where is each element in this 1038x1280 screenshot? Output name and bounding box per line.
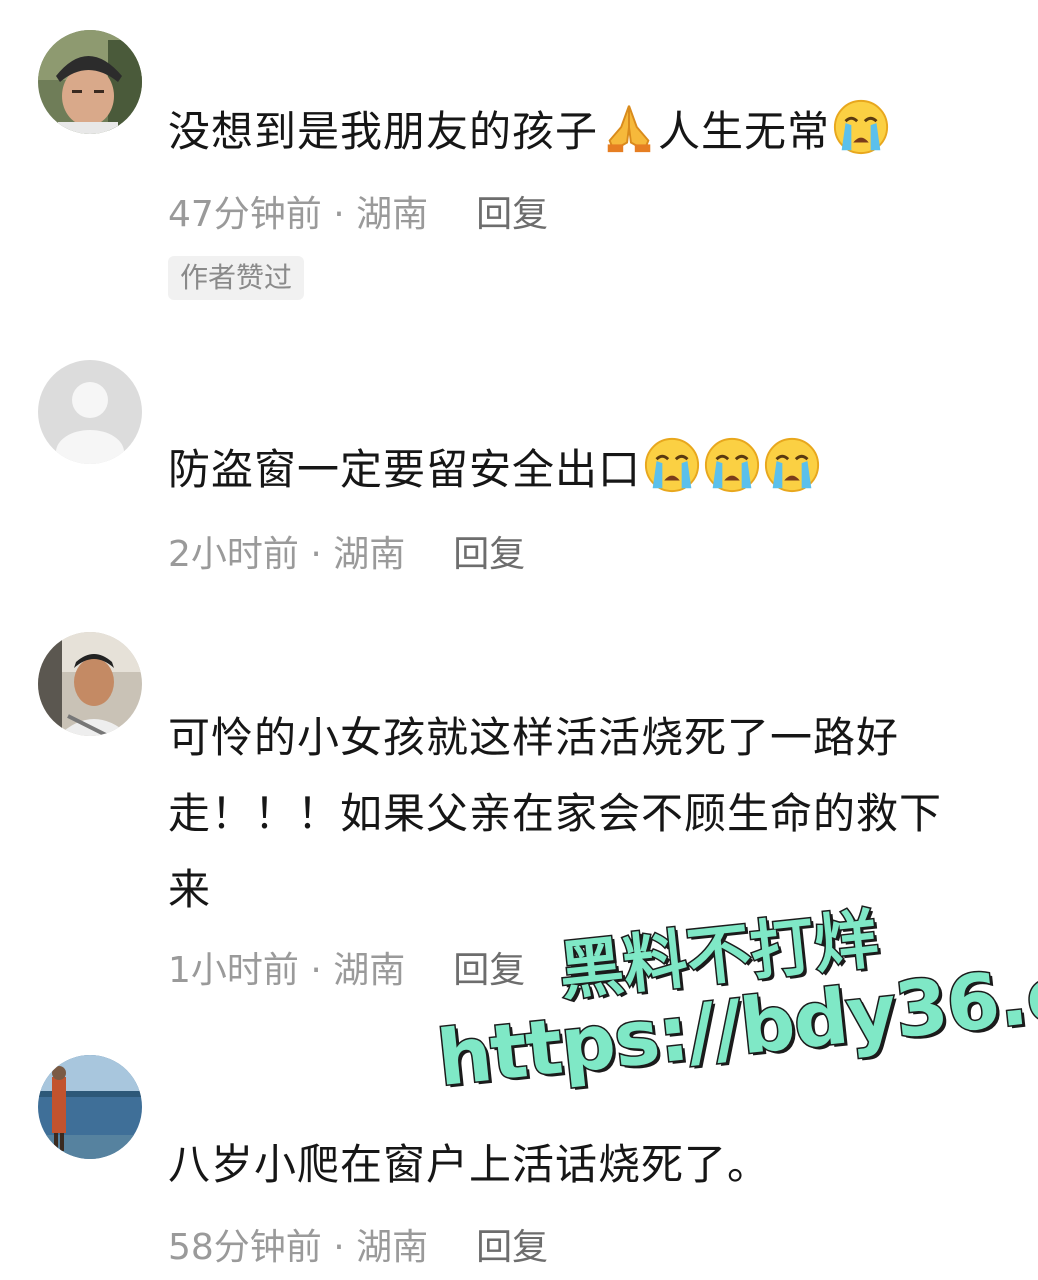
meta-separator: · xyxy=(321,1227,357,1268)
meta-separator: · xyxy=(298,534,334,575)
comment-location: 湖南 xyxy=(356,1227,429,1268)
crying-face-emoji-icon xyxy=(704,437,760,493)
comment-text: 防盗窗一定要留安全出口 xyxy=(168,432,1018,508)
avatar-photo-icon xyxy=(38,30,142,134)
comment-time: 2小时前 xyxy=(168,534,299,575)
avatar[interactable] xyxy=(38,1055,142,1159)
comment-text: 没想到是我朋友的孩子 人生无常 xyxy=(168,94,1018,170)
comment-meta: 47分钟前 · 湖南 回复 xyxy=(168,190,1018,240)
comment-time: 1小时前 xyxy=(168,950,299,991)
reply-button[interactable]: 回复 xyxy=(453,534,525,575)
comment-meta: 1小时前 · 湖南 回复 xyxy=(168,946,1018,996)
meta-separator: · xyxy=(321,194,357,235)
comment-meta: 2小时前 · 湖南 回复 xyxy=(168,530,1018,580)
comment-meta: 58分钟前 · 湖南 回复 xyxy=(168,1223,1018,1273)
crying-face-emoji-icon xyxy=(644,437,700,493)
comment-time: 47分钟前 xyxy=(168,194,322,235)
reply-button[interactable]: 回复 xyxy=(453,950,525,991)
avatar-photo-icon xyxy=(38,632,142,736)
avatar[interactable] xyxy=(38,360,142,464)
comment-time: 58分钟前 xyxy=(168,1227,322,1268)
comment-location: 湖南 xyxy=(356,194,429,235)
comment-text: 八岁小爬在窗户上活话烧死了。 xyxy=(168,1140,771,1189)
reply-button[interactable]: 回复 xyxy=(476,194,548,235)
crying-face-emoji-icon xyxy=(833,99,889,155)
comment-location: 湖南 xyxy=(333,950,406,991)
meta-separator: · xyxy=(298,950,334,991)
default-avatar-icon xyxy=(38,360,142,464)
comment-text-part: 人生无常 xyxy=(658,107,831,156)
comment-text: 可怜的小女孩就这样活活烧死了一路好 走！！！如果父亲在家会不顾生命的救下 来 xyxy=(168,700,1018,928)
comment-text-line: 可怜的小女孩就这样活活烧死了一路好 xyxy=(168,713,900,762)
avatar[interactable] xyxy=(38,632,142,736)
comment-location: 湖南 xyxy=(333,534,406,575)
reply-button[interactable]: 回复 xyxy=(476,1227,548,1268)
avatar[interactable] xyxy=(38,30,142,134)
comment-text-line: 走！！！如果父亲在家会不顾生命的救下 xyxy=(168,789,943,838)
comment-text-part: 防盗窗一定要留安全出口 xyxy=(168,445,642,494)
author-liked-badge: 作者赞过 xyxy=(168,256,305,300)
avatar-photo-icon xyxy=(38,1055,142,1159)
comment-text-part: 没想到是我朋友的孩子 xyxy=(168,107,599,156)
comment-text-line: 来 xyxy=(168,865,212,914)
folded-hands-emoji-icon xyxy=(607,105,651,153)
crying-face-emoji-icon xyxy=(764,437,820,493)
